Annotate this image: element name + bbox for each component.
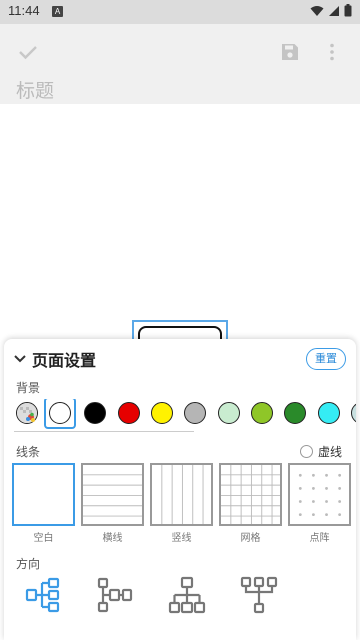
line-option-label: 横线 (102, 533, 123, 544)
layout-right-icon (25, 577, 60, 613)
line-option-dots[interactable]: 点阵 (288, 463, 351, 544)
direction-option-tree[interactable] (240, 575, 278, 615)
status-icons (310, 4, 352, 17)
direction-label: 方向 (16, 557, 41, 571)
line-preview-grid (219, 463, 282, 526)
layout-tree-icon (240, 576, 278, 614)
line-style-row: 空白 横线 竖线 网格 点阵 (12, 463, 351, 544)
line-option-vertical[interactable]: 竖线 (150, 463, 213, 544)
line-preview-vertical (150, 463, 213, 526)
color-swatch-black[interactable] (84, 402, 106, 424)
background-color-row[interactable] (14, 399, 356, 429)
color-swatch-gray[interactable] (184, 402, 206, 424)
more-vert-icon (330, 43, 334, 61)
dashed-label: 虚线 (317, 445, 342, 459)
direction-row (24, 575, 278, 615)
line-option-label: 空白 (33, 533, 54, 544)
status-time: 11:44 (8, 3, 40, 18)
line-option-blank[interactable]: 空白 (12, 463, 75, 544)
page-settings-sheet: 页面设置 重置 背景 线条 虚线 空白 横线 竖线 网格 点阵 方向 (4, 339, 356, 640)
confirm-button[interactable] (14, 38, 42, 66)
color-swatch-yellow[interactable] (151, 402, 173, 424)
color-swatch-green[interactable] (284, 402, 306, 424)
sheet-header[interactable]: 页面设置 (14, 347, 96, 371)
reset-button[interactable]: 重置 (306, 348, 346, 370)
line-preview-dots (288, 463, 351, 526)
line-option-label: 网格 (240, 533, 261, 544)
direction-option-right[interactable] (24, 575, 62, 615)
check-icon (19, 46, 37, 60)
chevron-down-icon[interactable] (14, 355, 26, 363)
direction-option-both-sides[interactable] (96, 575, 134, 615)
background-label: 背景 (16, 381, 41, 395)
palette-icon (17, 403, 37, 423)
line-label: 线条 (16, 445, 41, 459)
save-icon (282, 44, 298, 60)
line-option-horizontal[interactable]: 横线 (81, 463, 144, 544)
color-swatch-mint[interactable] (218, 402, 240, 424)
app-bar: 标题 (0, 24, 360, 104)
direction-option-down[interactable] (168, 575, 206, 615)
line-preview-blank (12, 463, 75, 526)
line-option-grid[interactable]: 网格 (219, 463, 282, 544)
color-swatch-pale-teal[interactable] (351, 402, 356, 424)
dashed-line-toggle[interactable]: 虚线 (299, 443, 342, 460)
line-option-label: 竖线 (171, 533, 192, 544)
line-preview-horizontal (81, 463, 144, 526)
color-swatch-cyan[interactable] (318, 402, 340, 424)
line-option-label: 点阵 (309, 533, 330, 544)
notification-a-icon: A (52, 6, 63, 17)
title-input[interactable]: 标题 (16, 76, 54, 103)
layout-down-icon (168, 576, 206, 614)
color-swatch-lime[interactable] (251, 402, 273, 424)
layout-both-sides-icon (97, 577, 133, 613)
more-options-button[interactable] (320, 38, 344, 66)
color-swatch-red[interactable] (118, 402, 140, 424)
status-bar: 11:44 A (0, 0, 360, 24)
color-swatch-white[interactable] (49, 402, 71, 424)
battery-icon (344, 4, 352, 17)
signal-icon (329, 5, 339, 16)
custom-color-swatch[interactable] (16, 402, 38, 424)
color-row-scroll-indicator (14, 431, 194, 432)
wifi-icon (310, 5, 324, 16)
save-button[interactable] (276, 38, 304, 66)
dashed-radio[interactable] (299, 445, 313, 458)
sheet-title: 页面设置 (32, 351, 97, 370)
